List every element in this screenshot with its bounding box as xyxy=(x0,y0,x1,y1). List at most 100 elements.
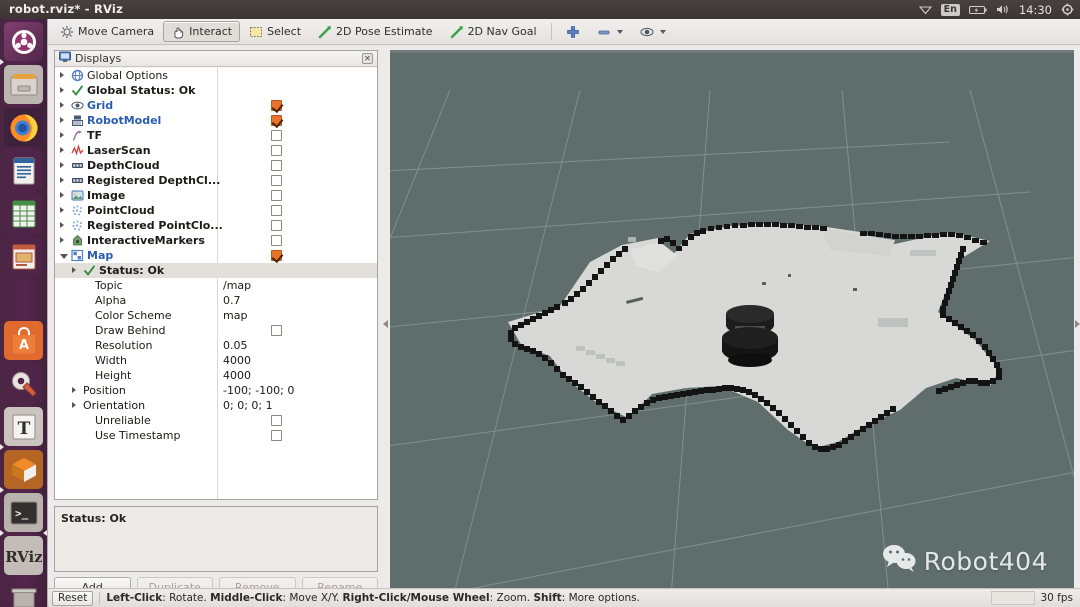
display-item-value[interactable]: 0.7 xyxy=(223,294,241,307)
display-item-laserscan[interactable]: LaserScan xyxy=(55,143,377,158)
launcher-item-gazebo[interactable] xyxy=(4,450,43,489)
clock[interactable]: 14:30 xyxy=(1019,3,1052,17)
display-item-checkbox[interactable] xyxy=(271,235,282,246)
expand-arrow-closed-icon[interactable] xyxy=(60,132,64,138)
chevron-down-icon[interactable] xyxy=(616,29,623,34)
launcher-item-firefox[interactable] xyxy=(4,108,43,147)
display-item-orientation[interactable]: Orientation 0; 0; 0; 1 xyxy=(55,398,377,413)
tool-2d-nav-goal[interactable]: 2D Nav Goal xyxy=(442,21,545,42)
tool-add[interactable] xyxy=(558,21,588,42)
display-item-checkbox[interactable] xyxy=(271,130,282,141)
display-item-checkbox[interactable] xyxy=(271,430,282,441)
displays-tree[interactable]: Global Options Global Status: Ok Grid Robot… xyxy=(55,68,377,499)
display-item-checkbox[interactable] xyxy=(271,100,282,111)
launcher-item-terminal[interactable]: >_ xyxy=(4,493,43,532)
expand-arrow-closed-icon[interactable] xyxy=(72,402,76,408)
reset-button[interactable]: Reset xyxy=(52,590,94,606)
chevron-down-icon-2[interactable] xyxy=(659,29,666,34)
svg-text:RViz: RViz xyxy=(6,548,42,566)
expand-arrow-open-icon[interactable] xyxy=(60,254,68,259)
tool-interact[interactable]: Interact xyxy=(163,21,241,42)
left-panel-collapse-handle[interactable] xyxy=(381,50,390,597)
display-item-height[interactable]: Height 4000 xyxy=(55,368,377,383)
expand-arrow-closed-icon[interactable] xyxy=(60,87,64,93)
wifi-icon[interactable] xyxy=(918,4,932,15)
battery-icon[interactable] xyxy=(968,5,987,15)
display-item-interactivemarkers[interactable]: InteractiveMarkers xyxy=(55,233,377,248)
expand-arrow-closed-icon[interactable] xyxy=(60,117,64,123)
expand-arrow-closed-icon[interactable] xyxy=(60,192,64,198)
display-item-checkbox[interactable] xyxy=(271,145,282,156)
launcher-item-software-center[interactable]: A xyxy=(4,321,43,360)
display-item-value[interactable]: 4000 xyxy=(223,369,251,382)
tool-move-camera[interactable]: Move Camera xyxy=(52,21,162,42)
display-item-draw-behind[interactable]: Draw Behind xyxy=(55,323,377,338)
display-item-checkbox[interactable] xyxy=(271,160,282,171)
display-item-alpha[interactable]: Alpha 0.7 xyxy=(55,293,377,308)
launcher-item-files[interactable] xyxy=(4,65,43,104)
display-item-checkbox[interactable] xyxy=(271,205,282,216)
expand-arrow-closed-icon[interactable] xyxy=(60,102,64,108)
display-item-pointcloud[interactable]: PointCloud xyxy=(55,203,377,218)
display-item-topic[interactable]: Topic/map xyxy=(55,278,377,293)
display-item-unreliable[interactable]: Unreliable xyxy=(55,413,377,428)
display-item-checkbox[interactable] xyxy=(271,325,282,336)
launcher-item-impress[interactable] xyxy=(4,237,43,276)
display-item-color-scheme[interactable]: Color Scheme map xyxy=(55,308,377,323)
tool-select[interactable]: Select xyxy=(241,21,309,42)
display-item-resolution[interactable]: Resolution 0.05 xyxy=(55,338,377,353)
display-item-registered-pointclo[interactable]: Registered PointClo... xyxy=(55,218,377,233)
display-item-tf[interactable]: TF xyxy=(55,128,377,143)
display-item-checkbox[interactable] xyxy=(271,115,282,126)
display-item-use-timestamp[interactable]: Use Timestamp xyxy=(55,428,377,443)
launcher-item-settings[interactable] xyxy=(4,364,43,403)
display-item-map[interactable]: Map xyxy=(55,248,377,263)
display-item-checkbox[interactable] xyxy=(271,220,282,231)
close-icon[interactable]: ✕ xyxy=(362,53,373,64)
display-item-grid[interactable]: Grid xyxy=(55,98,377,113)
expand-arrow-closed-icon[interactable] xyxy=(72,387,76,393)
expand-arrow-closed-icon[interactable] xyxy=(72,267,76,273)
3d-viewport[interactable]: Robot404 xyxy=(390,50,1074,597)
display-item-value[interactable]: map xyxy=(223,309,247,322)
display-item-width[interactable]: Width 4000 xyxy=(55,353,377,368)
launcher-item-writer[interactable] xyxy=(4,151,43,190)
expand-arrow-closed-icon[interactable] xyxy=(60,222,64,228)
display-item-value[interactable]: -100; -100; 0 xyxy=(223,384,294,397)
display-item-robotmodel[interactable]: RobotModel xyxy=(55,113,377,128)
launcher-item-ubuntu-dash[interactable] xyxy=(4,22,43,61)
launcher-item-rviz[interactable]: RViz xyxy=(4,536,43,575)
expand-arrow-closed-icon[interactable] xyxy=(60,72,64,78)
volume-icon[interactable] xyxy=(996,4,1010,15)
display-item-checkbox[interactable] xyxy=(271,250,282,261)
right-panel-collapse-handle[interactable] xyxy=(1074,50,1080,597)
display-item-label: LaserScan xyxy=(87,144,151,157)
display-item-value[interactable]: 0.05 xyxy=(223,339,248,352)
display-item-image[interactable]: Image xyxy=(55,188,377,203)
expand-arrow-closed-icon[interactable] xyxy=(60,147,64,153)
expand-arrow-closed-icon[interactable] xyxy=(60,237,64,243)
expand-arrow-closed-icon[interactable] xyxy=(60,207,64,213)
expand-arrow-closed-icon[interactable] xyxy=(60,177,64,183)
display-item-checkbox[interactable] xyxy=(271,415,282,426)
display-item-registered-depthcl[interactable]: Registered DepthCl... xyxy=(55,173,377,188)
display-item-global-options[interactable]: Global Options xyxy=(55,68,377,83)
launcher-item-text-editor[interactable]: T xyxy=(4,407,43,446)
keyboard-layout-indicator[interactable]: En xyxy=(940,3,960,16)
expand-arrow-closed-icon[interactable] xyxy=(60,162,64,168)
launcher-item-trash[interactable] xyxy=(4,579,43,607)
display-item-checkbox[interactable] xyxy=(271,175,282,186)
display-item-status-ok[interactable]: Status: Ok xyxy=(55,263,377,278)
display-item-position[interactable]: Position -100; -100; 0 xyxy=(55,383,377,398)
tool-measure[interactable] xyxy=(589,21,631,42)
display-item-value[interactable]: 0; 0; 0; 1 xyxy=(223,399,273,412)
display-item-value[interactable]: /map xyxy=(223,279,251,292)
display-item-value[interactable]: 4000 xyxy=(223,354,251,367)
display-item-checkbox[interactable] xyxy=(271,190,282,201)
gear-icon[interactable] xyxy=(1061,3,1074,16)
display-item-depthcloud[interactable]: DepthCloud xyxy=(55,158,377,173)
display-item-global-status-ok[interactable]: Global Status: Ok xyxy=(55,83,377,98)
launcher-item-calc[interactable] xyxy=(4,194,43,233)
tool-2d-pose-estimate[interactable]: 2D Pose Estimate xyxy=(310,21,441,42)
tool-focus-camera[interactable] xyxy=(632,21,674,42)
